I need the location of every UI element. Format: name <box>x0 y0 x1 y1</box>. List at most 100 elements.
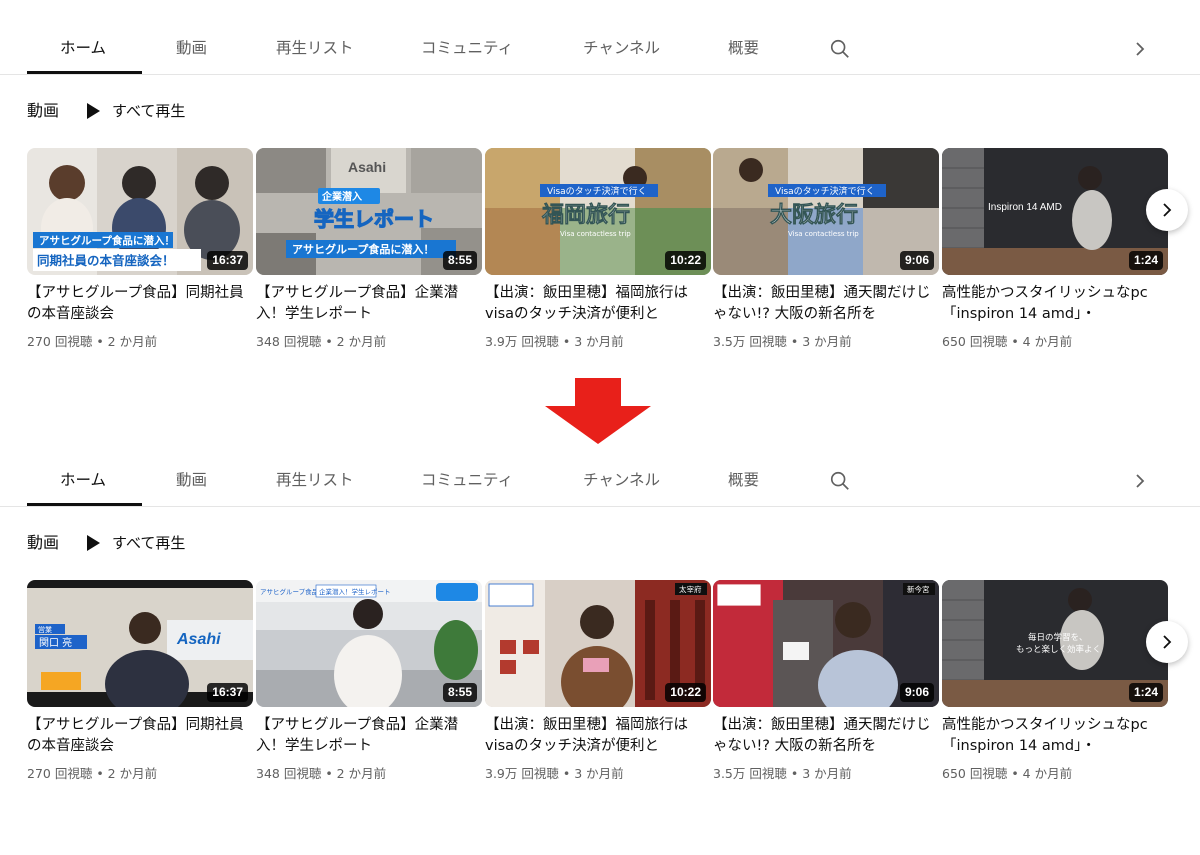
thumbnail-name: 関口 亮 <box>39 636 72 649</box>
after-panel: ホーム 動画 再生リスト コミュニティ チャンネル 概要 動画 すべて再生 As… <box>0 432 1200 812</box>
play-all-label: すべて再生 <box>112 102 186 120</box>
upload-age: 3 か月前 <box>574 766 624 781</box>
video-thumbnail[interactable]: 毎日の学習を、 もっと楽しく効率よく 1:24 <box>942 580 1168 707</box>
play-all-button[interactable]: すべて再生 <box>84 99 185 123</box>
video-card[interactable]: アサヒグループ食品 企業潜入！学生レポート 8:55 【アサヒグループ食品】企業… <box>256 580 482 783</box>
video-meta: 348 回視聴 • 2 か月前 <box>256 334 387 349</box>
video-thumbnail[interactable]: アサヒグループ食品に潜入！ 同期社員の本音座談会！ 16:37 <box>27 148 253 275</box>
video-duration: 8:55 <box>442 251 477 270</box>
video-duration: 10:22 <box>665 683 706 702</box>
thumbnail-banner: アサヒグループ食品に潜入！ <box>39 234 175 247</box>
view-count: 3.9万 回視聴 <box>485 334 559 349</box>
thumbnail-brand: Asahi <box>176 631 221 648</box>
video-title[interactable]: 【出演：飯田里穂】福岡旅行はvisaのタッチ決済が便利と <box>485 283 711 325</box>
tab-playlists[interactable]: 再生リスト <box>276 36 354 60</box>
view-count: 650 回視聴 <box>942 766 1008 781</box>
channel-tabs: ホーム 動画 再生リスト コミュニティ チャンネル 概要 <box>0 0 1200 75</box>
video-thumbnail[interactable]: 太宰府 10:22 <box>485 580 711 707</box>
view-count: 270 回視聴 <box>27 766 93 781</box>
video-title[interactable]: 【アサヒグループ食品】同期社員の本音座談会 <box>27 283 253 325</box>
view-count: 348 回視聴 <box>256 766 322 781</box>
video-duration: 9:06 <box>899 251 934 270</box>
video-meta: 3.9万 回視聴 • 3 か月前 <box>485 334 624 349</box>
view-count: 348 回視聴 <box>256 334 322 349</box>
tab-community[interactable]: コミュニティ <box>421 36 513 60</box>
video-title[interactable]: 【アサヒグループ食品】企業潜入！学生レポート <box>256 283 482 325</box>
thumbnail-corner-label: 新今宮 <box>907 584 930 594</box>
tab-videos[interactable]: 動画 <box>176 468 207 492</box>
upload-age: 4 か月前 <box>1022 766 1073 781</box>
thumbnail-tag: アサヒグループ食品 <box>260 587 318 596</box>
upload-age: 3 か月前 <box>574 334 624 349</box>
video-card[interactable]: Visaのタッチ決済で行く 福岡旅行 Visa contactless trip… <box>485 148 711 351</box>
view-count: 3.9万 回視聴 <box>485 766 559 781</box>
upload-age: 4 か月前 <box>1022 334 1073 349</box>
upload-age: 2 か月前 <box>107 334 158 349</box>
thumbnail-brand: Asahi <box>348 159 386 175</box>
video-card[interactable]: Asahi 企業潜入 学生レポート アサヒグループ食品に潜入！ 8:55 【アサ… <box>256 148 482 351</box>
video-title[interactable]: 高性能かつスタイリッシュなpc「inspiron 14 amd」・ <box>942 715 1168 757</box>
video-card[interactable]: Inspiron 14 AMD 1:24 高性能かつスタイリッシュなpc「ins… <box>942 148 1168 351</box>
video-card[interactable]: Visaのタッチ決済で行く 大阪旅行 Visa contactless trip… <box>713 148 939 351</box>
tab-home[interactable]: ホーム <box>60 468 106 492</box>
view-count: 3.5万 回視聴 <box>713 334 787 349</box>
tab-channels[interactable]: チャンネル <box>583 468 660 492</box>
tab-videos[interactable]: 動画 <box>176 36 207 60</box>
video-duration: 16:37 <box>207 683 248 702</box>
video-title[interactable]: 【出演：飯田里穂】福岡旅行はvisaのタッチ決済が便利と <box>485 715 711 757</box>
video-title[interactable]: 【出演：飯田里穂】通天閣だけじゃない!? 大阪の新名所を <box>713 283 939 325</box>
video-card[interactable]: 新今宮 9:06 【出演：飯田里穂】通天閣だけじゃない!? 大阪の新名所を 3.… <box>713 580 939 783</box>
video-title[interactable]: 【アサヒグループ食品】同期社員の本音座談会 <box>27 715 253 757</box>
section-title: 動画 <box>27 101 60 120</box>
play-all-label: すべて再生 <box>112 534 186 552</box>
video-thumbnail[interactable]: アサヒグループ食品 企業潜入！学生レポート 8:55 <box>256 580 482 707</box>
video-title[interactable]: 【アサヒグループ食品】企業潜入！学生レポート <box>256 715 482 757</box>
video-title[interactable]: 【出演：飯田里穂】通天閣だけじゃない!? 大阪の新名所を <box>713 715 939 757</box>
video-title[interactable]: 高性能かつスタイリッシュなpc「inspiron 14 amd」・ <box>942 283 1168 325</box>
video-card[interactable]: アサヒグループ食品に潜入！ 同期社員の本音座談会！ 16:37 【アサヒグループ… <box>27 148 253 351</box>
search-icon[interactable] <box>829 38 851 60</box>
carousel-next-button[interactable] <box>1146 621 1188 663</box>
video-card[interactable]: 太宰府 10:22 【出演：飯田里穂】福岡旅行はvisaのタッチ決済が便利と 3… <box>485 580 711 783</box>
thumbnail-tag: 企業潜入！学生レポート <box>319 587 391 596</box>
tab-about[interactable]: 概要 <box>728 36 759 60</box>
video-thumbnail[interactable]: Visaのタッチ決済で行く 大阪旅行 Visa contactless trip… <box>713 148 939 275</box>
video-duration: 9:06 <box>899 683 934 702</box>
video-card[interactable]: 毎日の学習を、 もっと楽しく効率よく 1:24 高性能かつスタイリッシュなpc「… <box>942 580 1168 783</box>
video-thumbnail[interactable]: Asahi 営業 関口 亮 16:37 <box>27 580 253 707</box>
active-tab-indicator <box>27 503 142 506</box>
thumbnail-corner-label: 太宰府 <box>679 584 702 594</box>
chevron-right-icon[interactable] <box>1130 38 1150 60</box>
tab-community[interactable]: コミュニティ <box>421 468 513 492</box>
search-icon[interactable] <box>829 470 851 492</box>
video-thumbnail[interactable]: 新今宮 9:06 <box>713 580 939 707</box>
video-duration: 1:24 <box>1128 683 1163 702</box>
video-thumbnail[interactable]: Visaのタッチ決済で行く 福岡旅行 Visa contactless trip… <box>485 148 711 275</box>
video-duration: 8:55 <box>442 683 477 702</box>
tab-about[interactable]: 概要 <box>728 468 759 492</box>
video-duration: 1:24 <box>1128 251 1163 270</box>
upload-age: 3 か月前 <box>802 766 852 781</box>
video-card[interactable]: Asahi 営業 関口 亮 16:37 【アサヒグループ食品】同期社員の本音座談… <box>27 580 253 783</box>
view-count: 270 回視聴 <box>27 334 93 349</box>
thumbnail-small-text: Visa contactless trip <box>788 230 859 238</box>
tab-playlists[interactable]: 再生リスト <box>276 468 354 492</box>
thumbnail-big-text: 学生レポート <box>314 207 434 231</box>
carousel-next-button[interactable] <box>1146 189 1188 231</box>
tab-channels[interactable]: チャンネル <box>583 36 660 60</box>
before-panel: ホーム 動画 再生リスト コミュニティ チャンネル 概要 動画 すべて再生 アサ… <box>0 0 1200 370</box>
thumbnail-caption: 営業 <box>38 625 52 634</box>
upload-age: 2 か月前 <box>336 766 387 781</box>
tab-home[interactable]: ホーム <box>60 36 106 60</box>
play-icon <box>87 535 100 551</box>
video-thumbnail[interactable]: Inspiron 14 AMD 1:24 <box>942 148 1168 275</box>
thumbnail-badge: Visaのタッチ決済で行く <box>547 185 647 197</box>
upload-age: 2 か月前 <box>107 766 158 781</box>
section-title: 動画 <box>27 533 60 552</box>
chevron-right-icon[interactable] <box>1130 470 1150 492</box>
chevron-right-icon <box>1163 635 1172 649</box>
thumbnail-label: Inspiron 14 AMD <box>988 202 1062 213</box>
video-thumbnail[interactable]: Asahi 企業潜入 学生レポート アサヒグループ食品に潜入！ 8:55 <box>256 148 482 275</box>
play-all-button[interactable]: すべて再生 <box>84 531 185 555</box>
view-count: 3.5万 回視聴 <box>713 766 787 781</box>
